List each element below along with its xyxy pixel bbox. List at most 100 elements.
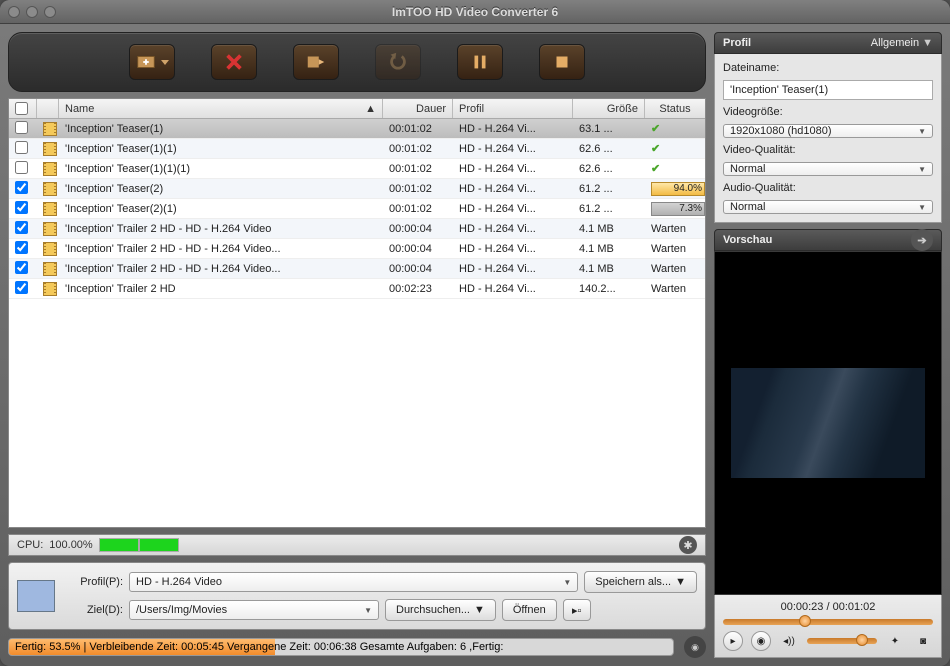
file-size: 61.2 ... [573, 183, 645, 195]
snapshot-button[interactable]: ◙ [913, 631, 933, 651]
volume-slider[interactable] [807, 638, 877, 644]
file-duration: 00:01:02 [383, 203, 453, 215]
progress-bar: 7.3% [651, 202, 705, 216]
row-checkbox[interactable] [9, 201, 37, 217]
table-row[interactable]: 'Inception' Trailer 2 HD - HD - H.264 Vi… [9, 239, 705, 259]
header-duration[interactable]: Dauer [383, 99, 453, 118]
save-as-button[interactable]: Speichern als...▼ [584, 571, 697, 593]
file-icon [37, 202, 59, 216]
browse-button[interactable]: Durchsuchen...▼ [385, 599, 496, 621]
header-size[interactable]: Größe [573, 99, 645, 118]
file-icon [37, 142, 59, 156]
file-duration: 00:00:04 [383, 243, 453, 255]
file-status: ✔ [645, 162, 705, 175]
file-status: Warten [645, 223, 705, 235]
file-icon [37, 262, 59, 276]
preview-time: 00:00:23 / 00:01:02 [723, 601, 933, 613]
video-frame [731, 368, 925, 477]
header-checkbox[interactable] [9, 99, 37, 118]
undo-button[interactable] [375, 44, 421, 80]
preview-controls: 00:00:23 / 00:01:02 ▸ ◉ ◂)) ✦ ◙ [714, 595, 942, 658]
cpu-bar: CPU: 100.00% ✱ [8, 534, 706, 556]
row-checkbox[interactable] [9, 121, 37, 137]
videosize-combo[interactable]: 1920x1080 (hd1080)▼ [723, 124, 933, 138]
open-button[interactable]: Öffnen [502, 599, 557, 621]
wait-text: Warten [651, 283, 686, 295]
profile-panel: Profil Allgemein▼ Dateiname: 'Inception'… [714, 32, 942, 223]
list-header: Name▲ Dauer Profil Größe Status [9, 99, 705, 119]
stop-preview-button[interactable]: ◉ [751, 631, 771, 651]
file-size: 61.2 ... [573, 203, 645, 215]
stop-button[interactable] [539, 44, 585, 80]
file-profile: HD - H.264 Vi... [453, 223, 573, 235]
profile-combo[interactable]: HD - H.264 Video▼ [129, 572, 578, 592]
content-area: Name▲ Dauer Profil Größe Status 'Incepti… [0, 24, 950, 666]
pause-button[interactable] [457, 44, 503, 80]
volume-icon[interactable]: ◂)) [779, 631, 799, 651]
file-duration: 00:00:04 [383, 223, 453, 235]
file-status: 7.3% [645, 202, 705, 216]
file-icon [37, 182, 59, 196]
file-status: Warten [645, 283, 705, 295]
header-name[interactable]: Name▲ [59, 99, 383, 118]
hd-icon [17, 580, 55, 612]
file-profile: HD - H.264 Vi... [453, 183, 573, 195]
filename-field[interactable]: 'Inception' Teaser(1) [723, 80, 933, 100]
row-checkbox[interactable] [9, 221, 37, 237]
table-row[interactable]: 'Inception' Teaser(1)00:01:02HD - H.264 … [9, 119, 705, 139]
table-row[interactable]: 'Inception' Trailer 2 HD00:02:23HD - H.2… [9, 279, 705, 299]
file-list: Name▲ Dauer Profil Größe Status 'Incepti… [8, 98, 706, 528]
effects-button[interactable]: ✦ [885, 631, 905, 651]
file-profile: HD - H.264 Vi... [453, 163, 573, 175]
check-icon: ✔ [651, 123, 660, 135]
file-name: 'Inception' Trailer 2 HD [59, 283, 383, 295]
wait-text: Warten [651, 243, 686, 255]
table-row[interactable]: 'Inception' Trailer 2 HD - HD - H.264 Vi… [9, 259, 705, 279]
header-status[interactable]: Status [645, 99, 705, 118]
sort-up-icon: ▲ [365, 103, 376, 115]
play-button[interactable]: ▸ [723, 631, 743, 651]
row-checkbox[interactable] [9, 141, 37, 157]
file-icon [37, 242, 59, 256]
file-status: Warten [645, 243, 705, 255]
app-window: ImTOO HD Video Converter 6 [0, 0, 950, 666]
file-size: 63.1 ... [573, 123, 645, 135]
file-name: 'Inception' Teaser(1) [59, 123, 383, 135]
preview-screen[interactable] [714, 251, 942, 595]
device-button[interactable]: ▸▫ [563, 599, 591, 621]
row-checkbox[interactable] [9, 161, 37, 177]
dest-combo[interactable]: /Users/Img/Movies▼ [129, 600, 379, 620]
file-profile: HD - H.264 Vi... [453, 143, 573, 155]
remove-button[interactable] [211, 44, 257, 80]
file-name: 'Inception' Trailer 2 HD - HD - H.264 Vi… [59, 223, 383, 235]
expand-icon[interactable]: ➔ [911, 229, 933, 251]
row-checkbox[interactable] [9, 261, 37, 277]
settings-button[interactable]: ✱ [679, 536, 697, 554]
table-row[interactable]: 'Inception' Trailer 2 HD - HD - H.264 Vi… [9, 219, 705, 239]
aquality-combo[interactable]: Normal▼ [723, 200, 933, 214]
header-icon [37, 99, 59, 118]
table-row[interactable]: 'Inception' Teaser(2)00:01:02HD - H.264 … [9, 179, 705, 199]
table-row[interactable]: 'Inception' Teaser(1)(1)00:01:02HD - H.2… [9, 139, 705, 159]
row-checkbox[interactable] [9, 281, 37, 297]
row-checkbox[interactable] [9, 181, 37, 197]
file-name: 'Inception' Teaser(2)(1) [59, 203, 383, 215]
check-icon: ✔ [651, 163, 660, 175]
dest-label: Ziel(D): [63, 604, 123, 616]
window-title: ImTOO HD Video Converter 6 [0, 5, 950, 19]
table-row[interactable]: 'Inception' Teaser(1)(1)(1)00:01:02HD - … [9, 159, 705, 179]
cpu-meter [99, 538, 179, 552]
list-body[interactable]: 'Inception' Teaser(1)00:01:02HD - H.264 … [9, 119, 705, 527]
row-checkbox[interactable] [9, 241, 37, 257]
vquality-combo[interactable]: Normal▼ [723, 162, 933, 176]
aquality-label: Audio-Qualität: [723, 182, 933, 194]
seek-slider[interactable] [723, 619, 933, 625]
header-profile[interactable]: Profil [453, 99, 573, 118]
file-name: 'Inception' Trailer 2 HD - HD - H.264 Vi… [59, 263, 383, 275]
add-file-button[interactable] [129, 44, 175, 80]
table-row[interactable]: 'Inception' Teaser(2)(1)00:01:02HD - H.2… [9, 199, 705, 219]
disc-button[interactable]: ◉ [684, 636, 706, 658]
general-link[interactable]: Allgemein▼ [871, 37, 933, 49]
progress-bar: 94.0% [651, 182, 705, 196]
convert-button[interactable] [293, 44, 339, 80]
